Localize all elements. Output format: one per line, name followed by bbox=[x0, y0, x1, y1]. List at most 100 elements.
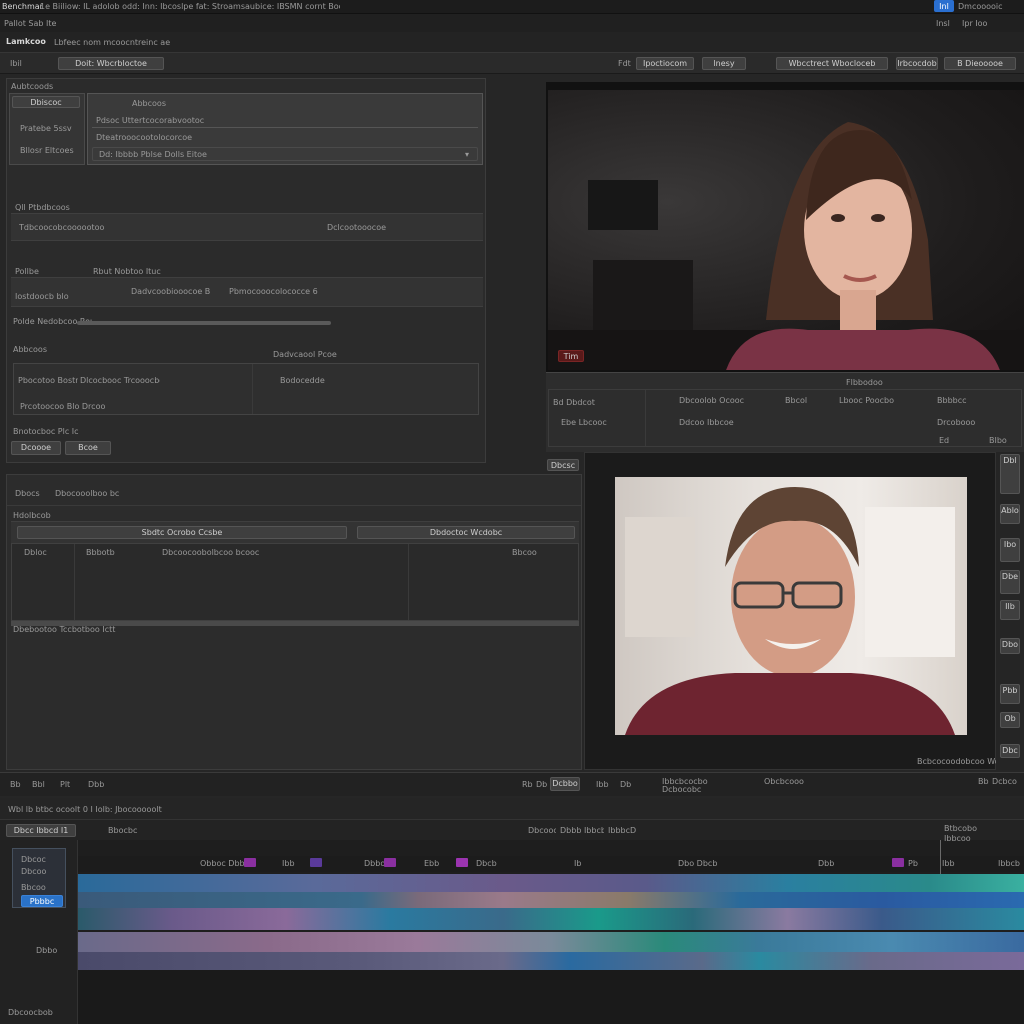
audio-track-2[interactable] bbox=[78, 952, 1024, 970]
source-timecode-badge: Tim bbox=[558, 350, 584, 362]
section-2-subtitle: Rbut Nobtoo Ituc bbox=[93, 267, 161, 276]
video-track-2[interactable] bbox=[78, 892, 1024, 908]
timeline-header: Wbl lb btbc ocoolt 0 I Iolb: Jbocooooolt bbox=[0, 798, 1024, 820]
effects-tab-2[interactable]: Dbocooolboo bc bbox=[55, 489, 125, 499]
section-2-row[interactable]: Iostdoocb blo Dadvcoobiooocoe B Pbmocooo… bbox=[11, 277, 483, 307]
transport-right-4[interactable]: Dcbocobc bbox=[662, 785, 708, 795]
tool-5[interactable]: Ilb bbox=[1000, 600, 1020, 620]
transport-right-7[interactable]: Dcbco bbox=[992, 777, 1022, 787]
source-info-b: Dbcoolob Ocooc bbox=[679, 396, 745, 405]
section-3-title: Abbcoos bbox=[13, 345, 47, 354]
side-tab-1[interactable]: Dbiscoc bbox=[12, 96, 80, 108]
transport-right-5[interactable]: Obcbcooo bbox=[764, 777, 814, 787]
transport-left-1[interactable]: Bb bbox=[10, 780, 26, 790]
transport-right-6[interactable]: Bb bbox=[978, 777, 992, 787]
source-info-f: Ebe Lbcooc bbox=[561, 418, 607, 427]
marker-purple-1[interactable] bbox=[310, 858, 322, 867]
marker-label-5: Dbcb bbox=[476, 859, 497, 868]
effects-tab[interactable]: Dbocs bbox=[15, 489, 55, 499]
toolbar-item-2[interactable]: Ipoctiocom bbox=[636, 57, 694, 70]
workspace-dropdown[interactable]: Dmcooooic bbox=[958, 2, 1004, 12]
track-header-box: Dbcoc Dbcoo Bbcoo Pbbbc bbox=[12, 848, 66, 908]
tool-8[interactable]: Ob bbox=[1000, 712, 1020, 728]
audio-track-1[interactable] bbox=[78, 932, 1024, 952]
secondary-bar: Pallot Sab Ite Insl Ipr Ioo bbox=[0, 14, 1024, 32]
details-line-1[interactable]: Pdsoc Uttertcocorabvootoc bbox=[92, 114, 478, 128]
video-track-3[interactable] bbox=[78, 908, 1024, 930]
toolbar-item-5[interactable]: Irbcocdob bbox=[896, 57, 938, 70]
transport-mid-1[interactable]: Rb bbox=[522, 780, 536, 790]
toolbar-item-3[interactable]: lnesy bbox=[702, 57, 746, 70]
track-selected-button[interactable]: Pbbbc bbox=[21, 895, 63, 907]
program-label: Dbcsc bbox=[547, 459, 579, 471]
effects-grid: Dbloc Bbbotb Dbcoocoobolbcoo bcooc Bbcoo bbox=[11, 543, 579, 621]
marker-magenta-3[interactable] bbox=[456, 858, 468, 867]
toolbar-item-6[interactable]: B Dieooooe bbox=[944, 57, 1016, 70]
effects-section-title: Hdolbcob bbox=[13, 511, 51, 520]
section-1-right-text: Dclcootooocoe bbox=[327, 223, 387, 232]
side-tab-2[interactable]: Pratebe 5ssv bbox=[20, 124, 82, 134]
footer-button[interactable]: Bcoe bbox=[65, 441, 111, 455]
small-menu-1[interactable]: Insl bbox=[936, 19, 958, 29]
grid-col-1: Dbloc bbox=[24, 548, 47, 557]
transport-right-1[interactable]: Ibb bbox=[596, 780, 614, 790]
tool-3[interactable]: Ibo bbox=[1000, 538, 1020, 562]
tool-1[interactable]: Dbl bbox=[1000, 454, 1020, 494]
details-select[interactable]: Dd: Ibbbb Pblse Dolls Eitoe ▾ bbox=[92, 147, 478, 161]
video-track-1[interactable] bbox=[78, 874, 1024, 892]
tool-4[interactable]: Dbe bbox=[1000, 570, 1020, 594]
grid-divider-1 bbox=[74, 544, 75, 620]
tool-2[interactable]: Ablo bbox=[1000, 504, 1020, 524]
transport-right-2[interactable]: Db bbox=[620, 780, 634, 790]
marker-magenta-1[interactable] bbox=[244, 858, 256, 867]
track-header-column: Dbcoc Dbcoo Bbcoo Pbbbc Dbbo Dbcoocbob bbox=[0, 840, 78, 1024]
toolbar-item-1[interactable]: Fdt bbox=[618, 59, 638, 69]
footer-label-button[interactable]: Dcoooe bbox=[11, 441, 61, 455]
man-portrait-image bbox=[625, 487, 955, 735]
marker-label-4: Ebb bbox=[424, 859, 440, 868]
side-tab-3[interactable]: Bllosr Eltcoes bbox=[20, 146, 82, 156]
marker-label-1: Obboc Dbbc bbox=[200, 859, 244, 868]
opacity-slider[interactable] bbox=[77, 321, 331, 325]
section-3-table: Pbocotoo Bostr Dlcocbooc Trcooocbo Bodoc… bbox=[13, 363, 479, 415]
transport-left-3[interactable]: Plt bbox=[60, 780, 78, 790]
effects-header-row: Sbdtc Ocrobo Ccsbe Dbdoctoc Wcdobc bbox=[11, 521, 579, 543]
effects-header-btn-1[interactable]: Sbdtc Ocrobo Ccsbe bbox=[17, 526, 347, 539]
grid-col-2: Bbbotb bbox=[86, 548, 115, 557]
tool-6[interactable]: Dbo bbox=[1000, 638, 1020, 654]
source-info-j: BIbo bbox=[989, 436, 1007, 445]
marker-label-9: Pb bbox=[908, 859, 918, 868]
app-menu-label[interactable]: Benchmark bbox=[2, 2, 42, 12]
toolbar-item-4[interactable]: Wbcctrect Wbocloceb bbox=[776, 57, 888, 70]
ruler-right-1: Btbcobo bbox=[944, 824, 977, 833]
user-button[interactable]: Inl bbox=[934, 0, 954, 12]
transport-left-2[interactable]: Bbl bbox=[32, 780, 50, 790]
grid-col-3: Dbcoocoobolbcoo bcooc bbox=[162, 548, 260, 557]
project-title: Lamkcoo bbox=[6, 37, 46, 46]
source-video-frame[interactable]: Tim bbox=[548, 90, 1024, 370]
marker-magenta-2[interactable] bbox=[384, 858, 396, 867]
transport-mid-3[interactable]: Dcbbo bbox=[550, 777, 580, 791]
edit-workspace-button[interactable]: Doit: Wbcrbloctoe bbox=[58, 57, 164, 70]
section-1-row[interactable]: Tdbcoocobcoooootoo Dclcootooocoe bbox=[11, 213, 483, 241]
transport-mid-2[interactable]: Db bbox=[536, 780, 550, 790]
menu-items[interactable]: 1e Biiliow: IL adolob odd: Inn: Ibcoslpe… bbox=[40, 2, 340, 12]
tool-7[interactable]: Pbb bbox=[1000, 684, 1020, 704]
section-1-left-text: Tdbcoocobcoooootoo bbox=[19, 223, 105, 232]
transport-left-4[interactable]: Dbb bbox=[88, 780, 106, 790]
sub-menu-label[interactable]: Pallot Sab Ite bbox=[4, 19, 74, 29]
source-info-c: Bbcol bbox=[785, 396, 808, 405]
track-header-button[interactable]: Dbcc Ibbcd I1 bbox=[6, 824, 76, 837]
chevron-down-icon: ▾ bbox=[465, 150, 470, 159]
marker-label-2: Ibb bbox=[282, 859, 295, 868]
toolbar-left-label: Ibil bbox=[10, 59, 22, 68]
ruler-item-1: Dbcoocoo Ibo bbox=[528, 826, 556, 835]
small-menu-2[interactable]: Ipr Ioo bbox=[962, 19, 1002, 29]
source-info-d: Lbooc Poocbo bbox=[839, 396, 894, 405]
effects-header-btn-2[interactable]: Dbdoctoc Wcdobc bbox=[357, 526, 575, 539]
program-video-frame[interactable] bbox=[615, 477, 967, 735]
tool-9[interactable]: Dbc bbox=[1000, 744, 1020, 758]
timeline-header-text: Wbl lb btbc ocoolt 0 I Iolb: Jbocooooolt bbox=[8, 805, 162, 814]
marker-magenta-4[interactable] bbox=[892, 858, 904, 867]
marker-label-8: Dbb bbox=[818, 859, 835, 868]
